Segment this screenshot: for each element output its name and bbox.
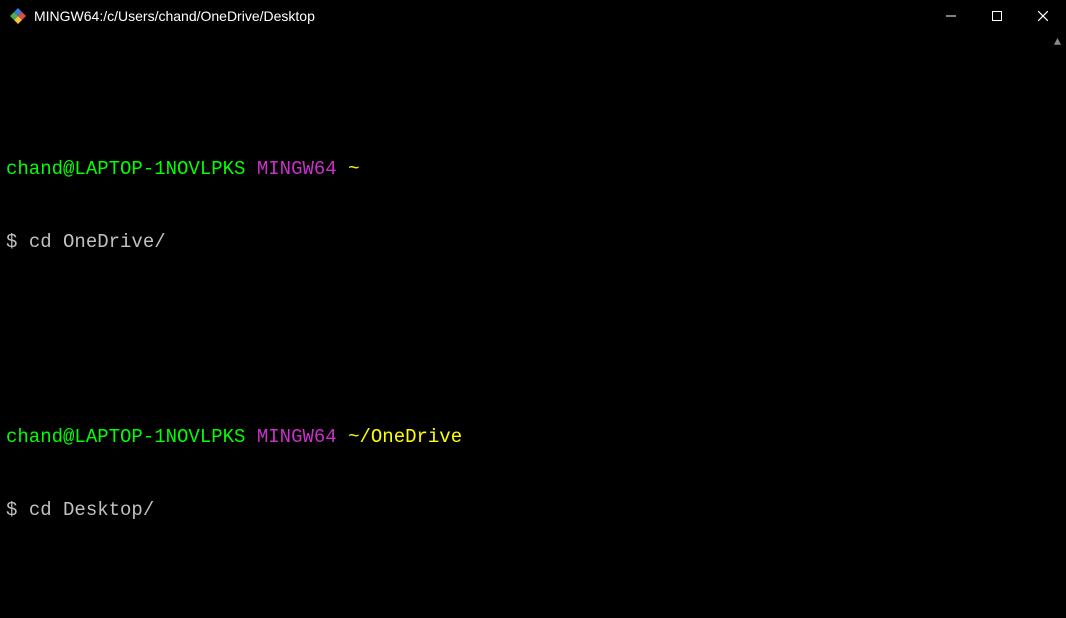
prompt-char: $: [6, 499, 17, 521]
client-area: chand@LAPTOP-1NOVLPKS MINGW64 ~ $ cd One…: [0, 32, 1066, 618]
command-line: $ cd OneDrive/: [6, 230, 1043, 254]
prompt-user: chand@LAPTOP-1NOVLPKS: [6, 426, 245, 448]
blank-line: [6, 303, 1043, 327]
command-line: $ cd Desktop/: [6, 498, 1043, 522]
prompt-user: chand@LAPTOP-1NOVLPKS: [6, 158, 245, 180]
close-button[interactable]: [1020, 0, 1066, 32]
command-text: cd Desktop/: [29, 499, 154, 521]
prompt-line: chand@LAPTOP-1NOVLPKS MINGW64 ~: [6, 157, 1043, 181]
prompt-env: MINGW64: [257, 426, 337, 448]
maximize-icon: [992, 11, 1002, 21]
prompt-path: ~: [348, 158, 359, 180]
prompt-env: MINGW64: [257, 158, 337, 180]
prompt-line: chand@LAPTOP-1NOVLPKS MINGW64 ~/OneDrive: [6, 425, 1043, 449]
close-icon: [1038, 11, 1048, 21]
minimize-icon: [946, 11, 956, 21]
command-text: cd OneDrive/: [29, 231, 166, 253]
app-icon: [10, 8, 26, 24]
maximize-button[interactable]: [974, 0, 1020, 32]
terminal[interactable]: chand@LAPTOP-1NOVLPKS MINGW64 ~ $ cd One…: [0, 32, 1049, 618]
window: MINGW64:/c/Users/chand/OneDrive/Desktop …: [0, 0, 1066, 618]
window-title: MINGW64:/c/Users/chand/OneDrive/Desktop: [34, 8, 315, 24]
blank-line: [6, 571, 1043, 595]
prompt-path: ~/OneDrive: [348, 426, 462, 448]
scrollbar[interactable]: ▲ ▼: [1049, 32, 1066, 618]
titlebar[interactable]: MINGW64:/c/Users/chand/OneDrive/Desktop: [0, 0, 1066, 32]
scroll-up-icon[interactable]: ▲: [1054, 36, 1061, 48]
prompt-char: $: [6, 231, 17, 253]
minimize-button[interactable]: [928, 0, 974, 32]
